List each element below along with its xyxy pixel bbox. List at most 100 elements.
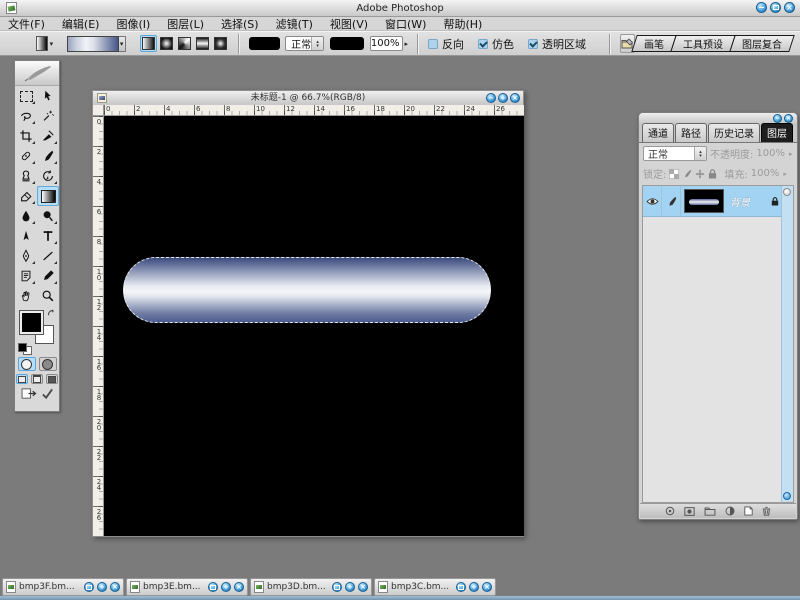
menu-item-7[interactable]: 窗口(W) xyxy=(385,16,426,32)
layer-name[interactable]: 背景 xyxy=(724,194,771,209)
tool-lasso[interactable] xyxy=(15,106,37,126)
tool-move[interactable] xyxy=(37,86,59,106)
minimize-button[interactable]: − xyxy=(756,2,767,13)
canvas[interactable] xyxy=(104,116,524,536)
menu-item-0[interactable]: 文件(F) xyxy=(8,16,45,32)
tool-history-brush[interactable] xyxy=(37,166,59,186)
close-button[interactable]: × xyxy=(784,2,795,13)
tool-rectangular-marquee[interactable] xyxy=(15,86,37,106)
restore-button[interactable] xyxy=(770,2,781,13)
fullscreen-button[interactable] xyxy=(46,374,58,384)
palette-scrollbar[interactable] xyxy=(781,186,793,502)
new-layer-button[interactable] xyxy=(744,506,753,516)
task-close-button[interactable]: × xyxy=(110,582,120,592)
opacity-slider-arrow-icon[interactable]: ▸ xyxy=(404,40,408,48)
tool-magic-wand[interactable] xyxy=(37,106,59,126)
fullscreen-menubar-button[interactable] xyxy=(31,374,43,384)
document-titlebar[interactable]: 未标题-1 @ 66.7%(RGB/8) − + × xyxy=(93,91,523,106)
default-colors-icon[interactable] xyxy=(18,343,27,352)
tool-healing-brush[interactable] xyxy=(15,146,37,166)
edit-in-imageready-button[interactable] xyxy=(21,387,38,400)
scrollbar-thumb[interactable] xyxy=(783,188,791,196)
doc-minimize-button[interactable]: − xyxy=(486,93,496,103)
taskbar-window-bmp3E[interactable]: bmp3E.bm... + × xyxy=(126,578,248,596)
tool-dodge[interactable] xyxy=(37,206,59,226)
palette-close-button[interactable]: × xyxy=(784,114,793,123)
gradient-picker-arrow-icon[interactable]: ▾ xyxy=(119,36,126,52)
radial-gradient-button[interactable] xyxy=(158,35,175,52)
swap-colors-icon[interactable] xyxy=(47,309,56,318)
dither-checkbox[interactable] xyxy=(478,39,488,49)
task-restore-button[interactable] xyxy=(456,582,466,592)
tab-layers[interactable]: 图层 xyxy=(761,123,793,142)
layer-row-background[interactable]: 背景 xyxy=(643,186,793,217)
add-mask-button[interactable] xyxy=(684,507,695,516)
tab-paths[interactable]: 路径 xyxy=(675,123,707,142)
menu-item-5[interactable]: 滤镜(T) xyxy=(276,16,313,32)
reverse-checkbox[interactable] xyxy=(428,39,438,49)
doc-maximize-button[interactable]: + xyxy=(498,93,508,103)
menu-item-8[interactable]: 帮助(H) xyxy=(443,16,482,32)
delete-layer-button[interactable] xyxy=(762,506,771,516)
lock-image-icon[interactable] xyxy=(682,169,692,179)
tool-eraser[interactable] xyxy=(15,186,37,206)
tool-slice[interactable] xyxy=(37,126,59,146)
lock-all-icon[interactable] xyxy=(708,169,717,179)
adjustment-layer-button[interactable] xyxy=(725,506,735,516)
task-maximize-button[interactable]: + xyxy=(469,582,479,592)
doc-close-button[interactable]: × xyxy=(510,93,520,103)
lock-transparency-icon[interactable] xyxy=(669,169,679,179)
new-group-button[interactable] xyxy=(704,507,716,516)
tab-history[interactable]: 历史记录 xyxy=(708,123,760,142)
menu-item-3[interactable]: 图层(L) xyxy=(167,16,204,32)
tool-crop[interactable] xyxy=(15,126,37,146)
palette-minimize-button[interactable]: − xyxy=(773,114,782,123)
tool-brush[interactable] xyxy=(37,146,59,166)
tool-type[interactable] xyxy=(37,226,59,246)
menu-item-4[interactable]: 选择(S) xyxy=(221,16,259,32)
tab-layer-comps[interactable]: 图层复合 xyxy=(729,35,795,52)
standard-mode-button[interactable] xyxy=(18,357,36,371)
reflected-gradient-button[interactable] xyxy=(194,35,211,52)
task-restore-button[interactable] xyxy=(84,582,94,592)
scrollbar-down-button[interactable] xyxy=(783,492,791,500)
task-maximize-button[interactable]: + xyxy=(345,582,355,592)
linear-gradient-button[interactable] xyxy=(140,35,157,52)
palette-menu-icon[interactable]: › xyxy=(789,130,793,140)
layer-thumbnail[interactable] xyxy=(684,189,724,213)
blend-mode-select[interactable]: 正常 ▴▾ xyxy=(285,36,324,51)
task-maximize-button[interactable]: + xyxy=(97,582,107,592)
taskbar-window-bmp3F[interactable]: bmp3F.bm... + × xyxy=(2,578,124,596)
tool-dropdown-arrow-icon[interactable]: ▾ xyxy=(50,40,54,48)
menu-item-6[interactable]: 视图(V) xyxy=(330,16,368,32)
taskbar-window-bmp3D[interactable]: bmp3D.bm... + × xyxy=(250,578,372,596)
menu-item-2[interactable]: 图像(I) xyxy=(116,16,150,32)
tab-tool-presets[interactable]: 工具预设 xyxy=(670,35,736,52)
tool-pen[interactable] xyxy=(15,246,37,266)
task-restore-button[interactable] xyxy=(208,582,218,592)
layer-style-button[interactable] xyxy=(665,506,675,516)
task-restore-button[interactable] xyxy=(332,582,342,592)
tool-blur[interactable] xyxy=(15,206,37,226)
task-maximize-button[interactable]: + xyxy=(221,582,231,592)
lock-position-icon[interactable] xyxy=(695,169,705,179)
task-close-button[interactable]: × xyxy=(482,582,492,592)
task-close-button[interactable]: × xyxy=(358,582,368,592)
taskbar-window-bmp3C[interactable]: bmp3C.bm... + × xyxy=(374,578,496,596)
opacity-input[interactable]: 100% xyxy=(370,36,404,51)
tool-notes[interactable] xyxy=(15,266,37,286)
transparency-checkbox[interactable] xyxy=(528,39,538,49)
tool-path-selection[interactable] xyxy=(15,226,37,246)
tab-channels[interactable]: 通道 xyxy=(642,123,674,142)
visibility-toggle[interactable] xyxy=(643,186,662,216)
tool-clone-stamp[interactable] xyxy=(15,166,37,186)
standard-screen-button[interactable] xyxy=(16,374,28,384)
angle-gradient-button[interactable] xyxy=(176,35,193,52)
tool-eyedropper[interactable] xyxy=(37,266,59,286)
layers-blend-mode-select[interactable]: 正常 ▴▾ xyxy=(643,146,707,161)
menu-item-1[interactable]: 编辑(E) xyxy=(62,16,100,32)
tool-hand[interactable] xyxy=(15,286,37,306)
tool-zoom[interactable] xyxy=(37,286,59,306)
foreground-color-swatch[interactable] xyxy=(20,311,43,334)
tool-line[interactable] xyxy=(37,246,59,266)
